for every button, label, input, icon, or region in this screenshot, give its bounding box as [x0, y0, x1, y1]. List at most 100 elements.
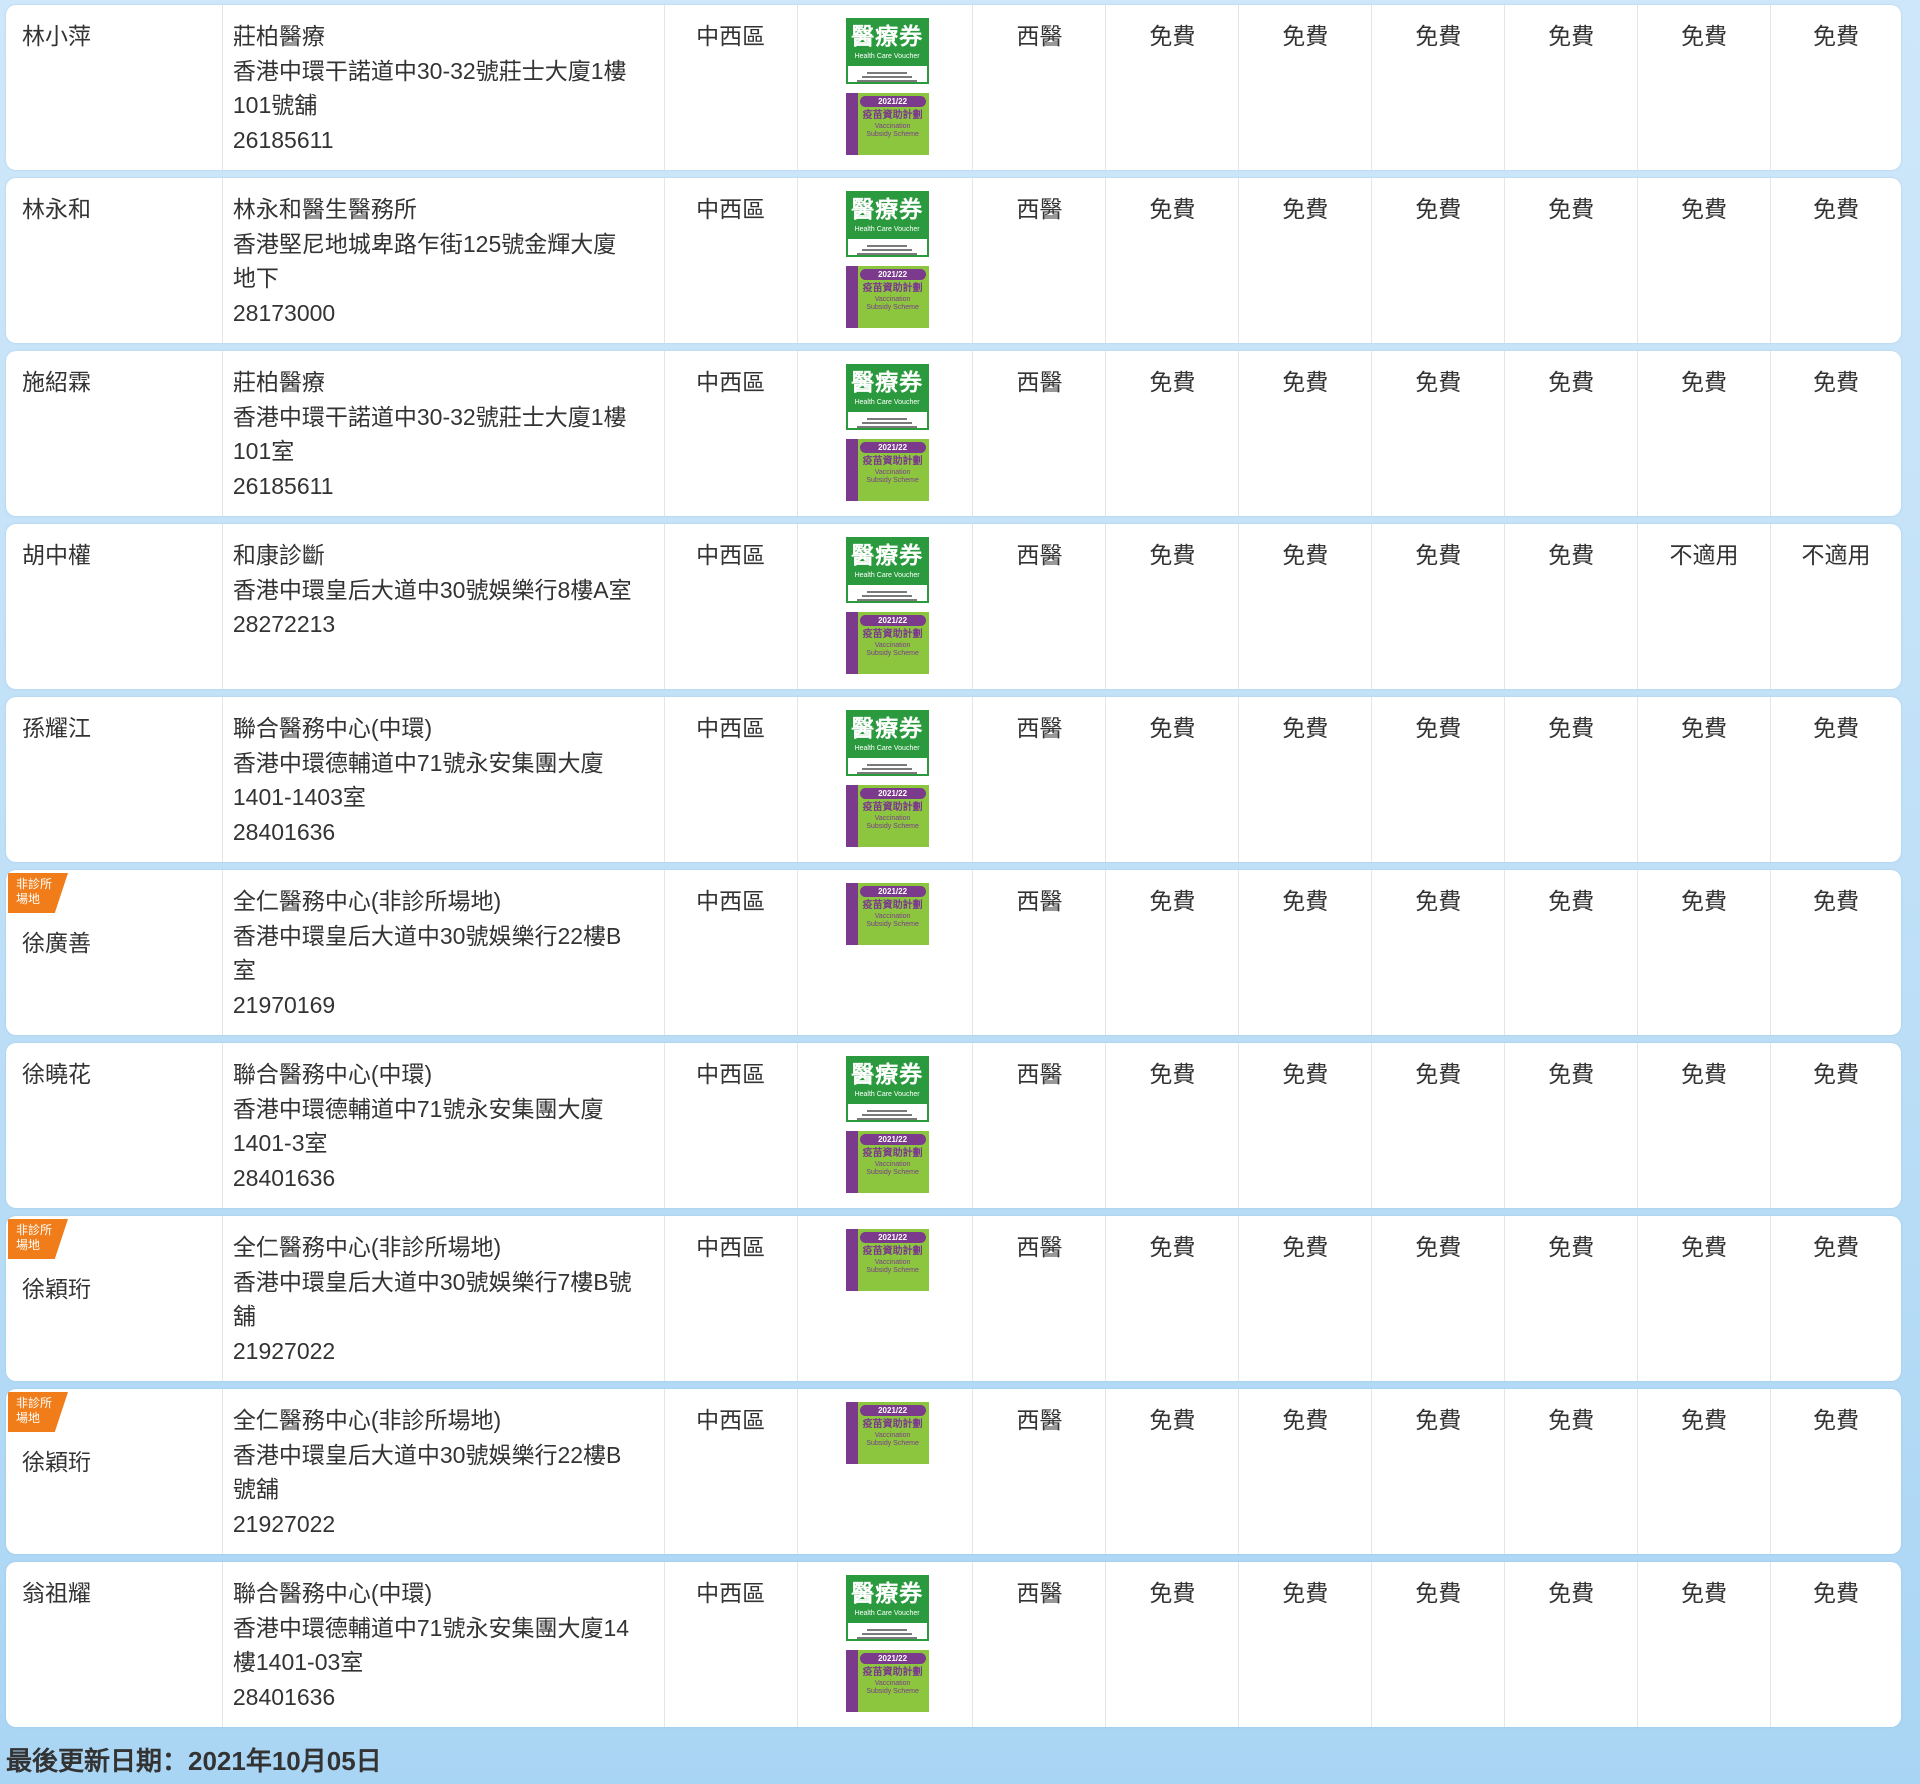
fee-cell: 免費: [1106, 1043, 1240, 1208]
vss-logo-title: 疫苗資助計劃: [862, 900, 923, 911]
category-cell: 西醫: [973, 1562, 1107, 1727]
clinic-address: 1401-1403室: [232, 784, 366, 810]
district-cell: 中西區: [665, 524, 798, 689]
vss-logo-stripe: [845, 93, 858, 155]
vss-logo-subtitle-line: Vaccination: [874, 123, 911, 130]
fee-cell: 免費: [1505, 351, 1639, 516]
clinic-info-cell: 林永和醫生醫務所 香港堅尼地城卑路乍街125號金輝大廈 地下 28173000: [223, 178, 665, 343]
clinic-address: 1401-3室: [232, 1130, 328, 1156]
vss-logo-year: 2021/22: [859, 788, 926, 799]
clinic-address: 號舖: [232, 1476, 279, 1502]
hcv-logo-header: 醫療券 Health Care Voucher: [847, 712, 927, 758]
vss-logo-subtitle-line: Vaccination: [874, 1161, 911, 1168]
health-care-voucher-logo: 醫療券 Health Care Voucher: [845, 364, 929, 430]
hcv-logo-subtitle: Health Care Voucher: [854, 53, 920, 60]
vss-logo-year: 2021/22: [859, 269, 926, 280]
health-care-voucher-logo: 醫療券 Health Care Voucher: [845, 1575, 929, 1641]
fee-cell: 免費: [1812, 196, 1859, 222]
scheme-badges-cell: 2021/22 疫苗資助計劃 Vaccination Subsidy Scheme: [798, 1216, 974, 1381]
category-cell: 西醫: [973, 1216, 1107, 1381]
vss-logo-title: 疫苗資助計劃: [862, 283, 923, 294]
hcv-logo-small-print: [848, 412, 927, 428]
fee-cell: 免費: [1638, 178, 1772, 343]
table-row: 非診所 場地 徐穎珩 全仁醫務中心(非診所場地) 香港中環皇后大道中30號娛樂行22樓B…: [6, 1389, 1901, 1554]
fee-cell: 免費: [1812, 715, 1859, 741]
vaccination-subsidy-logo: 2021/22 疫苗資助計劃 Vaccination Subsidy Scheme: [845, 439, 929, 501]
fee-cell: 免費: [1638, 1389, 1772, 1554]
clinic-phone: 28173000: [232, 299, 336, 326]
scheme-badges-cell: 2021/22 疫苗資助計劃 Vaccination Subsidy Scheme: [798, 870, 974, 1035]
vss-logo-subtitle-line: Subsidy Scheme: [866, 1267, 919, 1274]
vss-logo-subtitle: Vaccination Subsidy Scheme: [860, 815, 926, 831]
district-cell: 中西區: [665, 1216, 798, 1381]
scheme-badges-cell: 醫療券 Health Care Voucher 2021/22 疫苗資助計劃 Vacci…: [798, 697, 974, 862]
fee-cell: 免費: [1505, 1562, 1639, 1727]
clinic-info-cell: 莊柏醫療 香港中環干諾道中30-32號莊士大廈1樓 101室 26185611: [223, 351, 665, 516]
fee-cell: 免費: [1505, 1216, 1639, 1381]
hcv-logo-header: 醫療券 Health Care Voucher: [847, 193, 927, 239]
clinic-info-cell: 聯合醫務中心(中環) 香港中環德輔道中71號永安集團大廈14 樓1401-03室 28…: [223, 1562, 665, 1727]
vss-logo-stripe: [845, 439, 858, 501]
clinic-info-cell: 和康診斷 香港中環皇后大道中30號娛樂行8樓A室 28272213: [223, 524, 665, 689]
category-cell: 西醫: [973, 351, 1107, 516]
doctor-name: 翁祖耀: [22, 1580, 91, 1606]
doctor-name: 徐穎珩: [22, 1449, 91, 1475]
fee-cell: 免費: [1372, 870, 1506, 1035]
scheme-badges-cell: 醫療券 Health Care Voucher 2021/22 疫苗資助計劃 Vacci…: [798, 5, 974, 170]
fee-cell: 免費: [1239, 351, 1373, 516]
scheme-badges-cell: 醫療券 Health Care Voucher 2021/22 疫苗資助計劃 Vacci…: [798, 178, 974, 343]
scheme-badges-cell: 醫療券 Health Care Voucher 2021/22 疫苗資助計劃 Vacci…: [798, 524, 974, 689]
category-cell: 西醫: [973, 178, 1107, 343]
clinic-address: 香港中環皇后大道中30號娛樂行22樓B: [232, 922, 622, 949]
tag-line: 場地: [16, 1411, 41, 1425]
vss-logo-title: 疫苗資助計劃: [862, 802, 923, 813]
table-row: 孫耀江 聯合醫務中心(中環) 香港中環德輔道中71號永安集團大廈 1401-1403室…: [6, 697, 1901, 862]
vss-logo-subtitle-line: Subsidy Scheme: [866, 1169, 919, 1176]
vss-logo-year: 2021/22: [859, 1232, 926, 1243]
district-cell: 中西區: [665, 5, 798, 170]
clinic-info-cell: 全仁醫務中心(非診所場地) 香港中環皇后大道中30號娛樂行7樓B號舖 2192702…: [223, 1216, 665, 1381]
hcv-logo-small-print: [848, 1104, 927, 1120]
vss-logo-subtitle-line: Vaccination: [874, 815, 911, 822]
fee-cell: 免費: [1505, 1389, 1639, 1554]
vss-logo-subtitle: Vaccination Subsidy Scheme: [860, 1432, 926, 1448]
vss-logo-subtitle: Vaccination Subsidy Scheme: [860, 1161, 926, 1177]
hcv-logo-title: 醫療券: [851, 23, 924, 49]
fee-cell: 免費: [1638, 697, 1772, 862]
clinic-phone: 28272213: [232, 611, 336, 637]
fee-cell: 免費: [1505, 5, 1639, 170]
clinic-address: 舖: [232, 1303, 256, 1329]
fee-cell: 免費: [1812, 1580, 1859, 1606]
hcv-logo-header: 醫療券 Health Care Voucher: [847, 1577, 927, 1623]
hcv-logo-title: 醫療券: [851, 715, 924, 741]
vaccination-subsidy-logo: 2021/22 疫苗資助計劃 Vaccination Subsidy Scheme: [845, 1229, 929, 1291]
health-care-voucher-logo: 醫療券 Health Care Voucher: [845, 191, 929, 257]
vss-logo-year: 2021/22: [859, 615, 926, 626]
vss-logo-subtitle: Vaccination Subsidy Scheme: [860, 1259, 926, 1275]
fee-cell: 不適用: [1801, 542, 1871, 568]
table-row: 林永和 林永和醫生醫務所 香港堅尼地城卑路乍街125號金輝大廈 地下 28173000 中…: [6, 178, 1901, 343]
table-row: 施紹霖 莊柏醫療 香港中環干諾道中30-32號莊士大廈1樓 101室 26185611 中…: [6, 351, 1901, 516]
category-cell: 西醫: [973, 870, 1107, 1035]
fee-cell: 免費: [1106, 870, 1240, 1035]
category-cell: 西醫: [973, 697, 1107, 862]
table-row: 胡中權 和康診斷 香港中環皇后大道中30號娛樂行8樓A室 28272213 中西區 醫療券…: [6, 524, 1901, 689]
category-cell: 西醫: [973, 5, 1107, 170]
tag-line: 場地: [16, 892, 41, 906]
hcv-logo-header: 醫療券 Health Care Voucher: [847, 539, 927, 585]
vss-logo-subtitle-line: Vaccination: [874, 296, 911, 303]
clinic-phone: 21927022: [232, 1510, 336, 1537]
doctor-name: 林永和: [22, 196, 91, 222]
fee-cell: 免費: [1812, 888, 1859, 914]
fee-cell: 免費: [1239, 524, 1373, 689]
table-row: 非診所 場地 徐穎珩 全仁醫務中心(非診所場地) 香港中環皇后大道中30號娛樂行7樓B號…: [6, 1216, 1901, 1381]
fee-cell: 免費: [1239, 178, 1373, 343]
vss-logo-stripe: [845, 1131, 858, 1193]
clinic-info-cell: 全仁醫務中心(非診所場地) 香港中環皇后大道中30號娛樂行22樓B 號舖 219270…: [223, 1389, 665, 1554]
fee-cell: 免費: [1505, 524, 1639, 689]
hcv-logo-subtitle: Health Care Voucher: [854, 1091, 920, 1098]
clinic-address: 香港中環皇后大道中30號娛樂行22樓B: [232, 1441, 622, 1468]
health-care-voucher-logo: 醫療券 Health Care Voucher: [845, 710, 929, 776]
hcv-logo-small-print: [848, 239, 927, 255]
clinic-address: 101號舖: [232, 92, 318, 118]
